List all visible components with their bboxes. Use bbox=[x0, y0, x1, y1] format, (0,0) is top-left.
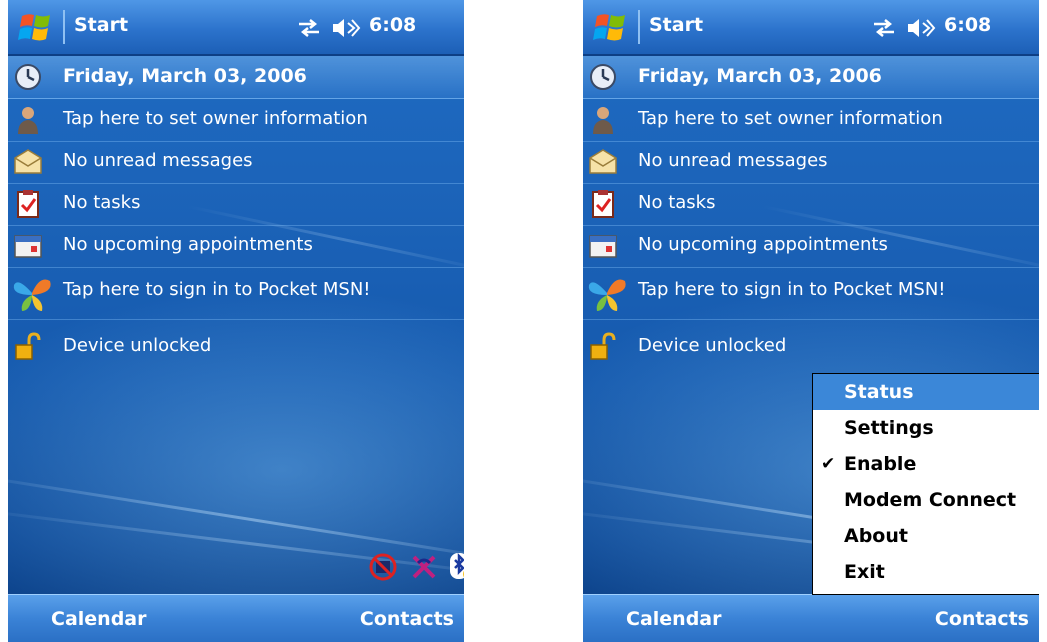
menu-item-label: Enable bbox=[844, 453, 917, 475]
softkey-bar: Calendar Contacts bbox=[583, 594, 1039, 642]
calendar-softkey[interactable]: Calendar bbox=[51, 608, 146, 630]
menu-item-exit[interactable]: Exit bbox=[813, 554, 1039, 590]
owner-info-label: Tap here to set owner information bbox=[638, 108, 943, 129]
messages-row[interactable]: No unread messages bbox=[583, 141, 1039, 184]
msn-row[interactable]: Tap here to sign in to Pocket MSN! bbox=[8, 267, 464, 320]
wireless-off-icon[interactable] bbox=[408, 551, 440, 583]
clock[interactable]: 6:08 bbox=[369, 14, 416, 36]
msn-label: Tap here to sign in to Pocket MSN! bbox=[638, 279, 946, 300]
owner-info-label: Tap here to set owner information bbox=[63, 108, 368, 129]
menu-item-label: Status bbox=[844, 381, 914, 403]
title-bar: Start 6:08 bbox=[583, 0, 1039, 56]
contacts-softkey[interactable]: Contacts bbox=[935, 608, 1029, 630]
windows-start-icon[interactable] bbox=[591, 10, 631, 44]
appointments-row[interactable]: No upcoming appointments bbox=[583, 225, 1039, 268]
title-divider bbox=[638, 10, 640, 44]
menu-item-modem-connect[interactable]: Modem Connect bbox=[813, 482, 1039, 518]
start-label[interactable]: Start bbox=[649, 14, 703, 36]
clock[interactable]: 6:08 bbox=[944, 14, 991, 36]
clock-icon bbox=[15, 64, 41, 90]
today-screen-right: Start 6:08 Friday, March 03, 2006 Tap he… bbox=[583, 0, 1039, 642]
tasks-row[interactable]: No tasks bbox=[583, 183, 1039, 226]
appointments-label: No upcoming appointments bbox=[63, 234, 313, 255]
calendar-softkey[interactable]: Calendar bbox=[626, 608, 721, 630]
msn-butterfly-icon bbox=[588, 279, 626, 311]
lock-icon bbox=[15, 332, 41, 360]
tasks-label: No tasks bbox=[63, 192, 141, 213]
owner-info-row[interactable]: Tap here to set owner information bbox=[583, 99, 1039, 142]
menu-item-enable[interactable]: ✔ Enable bbox=[813, 446, 1039, 482]
lock-label: Device unlocked bbox=[63, 335, 212, 356]
appointments-row[interactable]: No upcoming appointments bbox=[8, 225, 464, 268]
messages-icon bbox=[14, 149, 42, 174]
speaker-icon[interactable] bbox=[331, 16, 361, 40]
menu-item-status[interactable]: Status bbox=[813, 374, 1039, 410]
speaker-icon[interactable] bbox=[906, 16, 936, 40]
tasks-label: No tasks bbox=[638, 192, 716, 213]
menu-item-label: Exit bbox=[844, 561, 885, 583]
checkmark-icon: ✔ bbox=[821, 454, 836, 474]
owner-icon bbox=[18, 107, 38, 134]
tasks-icon bbox=[592, 190, 614, 218]
msn-row[interactable]: Tap here to sign in to Pocket MSN! bbox=[583, 267, 1039, 320]
date-text: Friday, March 03, 2006 bbox=[638, 65, 882, 87]
menu-item-label: About bbox=[844, 525, 908, 547]
title-divider bbox=[63, 10, 65, 44]
lock-icon bbox=[590, 332, 616, 360]
tasks-icon bbox=[17, 190, 39, 218]
calendar-icon bbox=[589, 235, 617, 258]
date-text: Friday, March 03, 2006 bbox=[63, 65, 307, 87]
connectivity-icon[interactable] bbox=[870, 17, 898, 39]
msn-label: Tap here to sign in to Pocket MSN! bbox=[63, 279, 371, 300]
menu-item-settings[interactable]: Settings bbox=[813, 410, 1039, 446]
calendar-icon bbox=[14, 235, 42, 258]
owner-icon bbox=[593, 107, 613, 134]
today-screen-left: Start 6:08 Friday, March 03, 2006 Tap he… bbox=[8, 0, 464, 642]
messages-icon bbox=[589, 149, 617, 174]
tasks-row[interactable]: No tasks bbox=[8, 183, 464, 226]
connectivity-icon[interactable] bbox=[295, 17, 323, 39]
lock-row[interactable]: Device unlocked bbox=[583, 326, 1039, 368]
title-bar: Start 6:08 bbox=[8, 0, 464, 56]
clock-icon bbox=[590, 64, 616, 90]
date-row[interactable]: Friday, March 03, 2006 bbox=[583, 56, 1039, 99]
start-label[interactable]: Start bbox=[74, 14, 128, 36]
contacts-softkey[interactable]: Contacts bbox=[360, 608, 454, 630]
date-row[interactable]: Friday, March 03, 2006 bbox=[8, 56, 464, 99]
messages-label: No unread messages bbox=[638, 150, 828, 171]
windows-start-icon[interactable] bbox=[16, 10, 56, 44]
lock-label: Device unlocked bbox=[638, 335, 787, 356]
appointments-label: No upcoming appointments bbox=[638, 234, 888, 255]
msn-butterfly-icon bbox=[13, 279, 51, 311]
context-menu: Status Settings ✔ Enable Modem Connect A… bbox=[812, 373, 1039, 595]
menu-item-about[interactable]: About bbox=[813, 518, 1039, 554]
bluetooth-icon[interactable] bbox=[448, 551, 464, 583]
lock-row[interactable]: Device unlocked bbox=[8, 326, 464, 368]
menu-item-label: Modem Connect bbox=[844, 489, 1017, 511]
messages-row[interactable]: No unread messages bbox=[8, 141, 464, 184]
messages-label: No unread messages bbox=[63, 150, 253, 171]
menu-item-label: Settings bbox=[844, 417, 934, 439]
connection-status-icon[interactable] bbox=[368, 551, 398, 583]
owner-info-row[interactable]: Tap here to set owner information bbox=[8, 99, 464, 142]
softkey-bar: Calendar Contacts bbox=[8, 594, 464, 642]
